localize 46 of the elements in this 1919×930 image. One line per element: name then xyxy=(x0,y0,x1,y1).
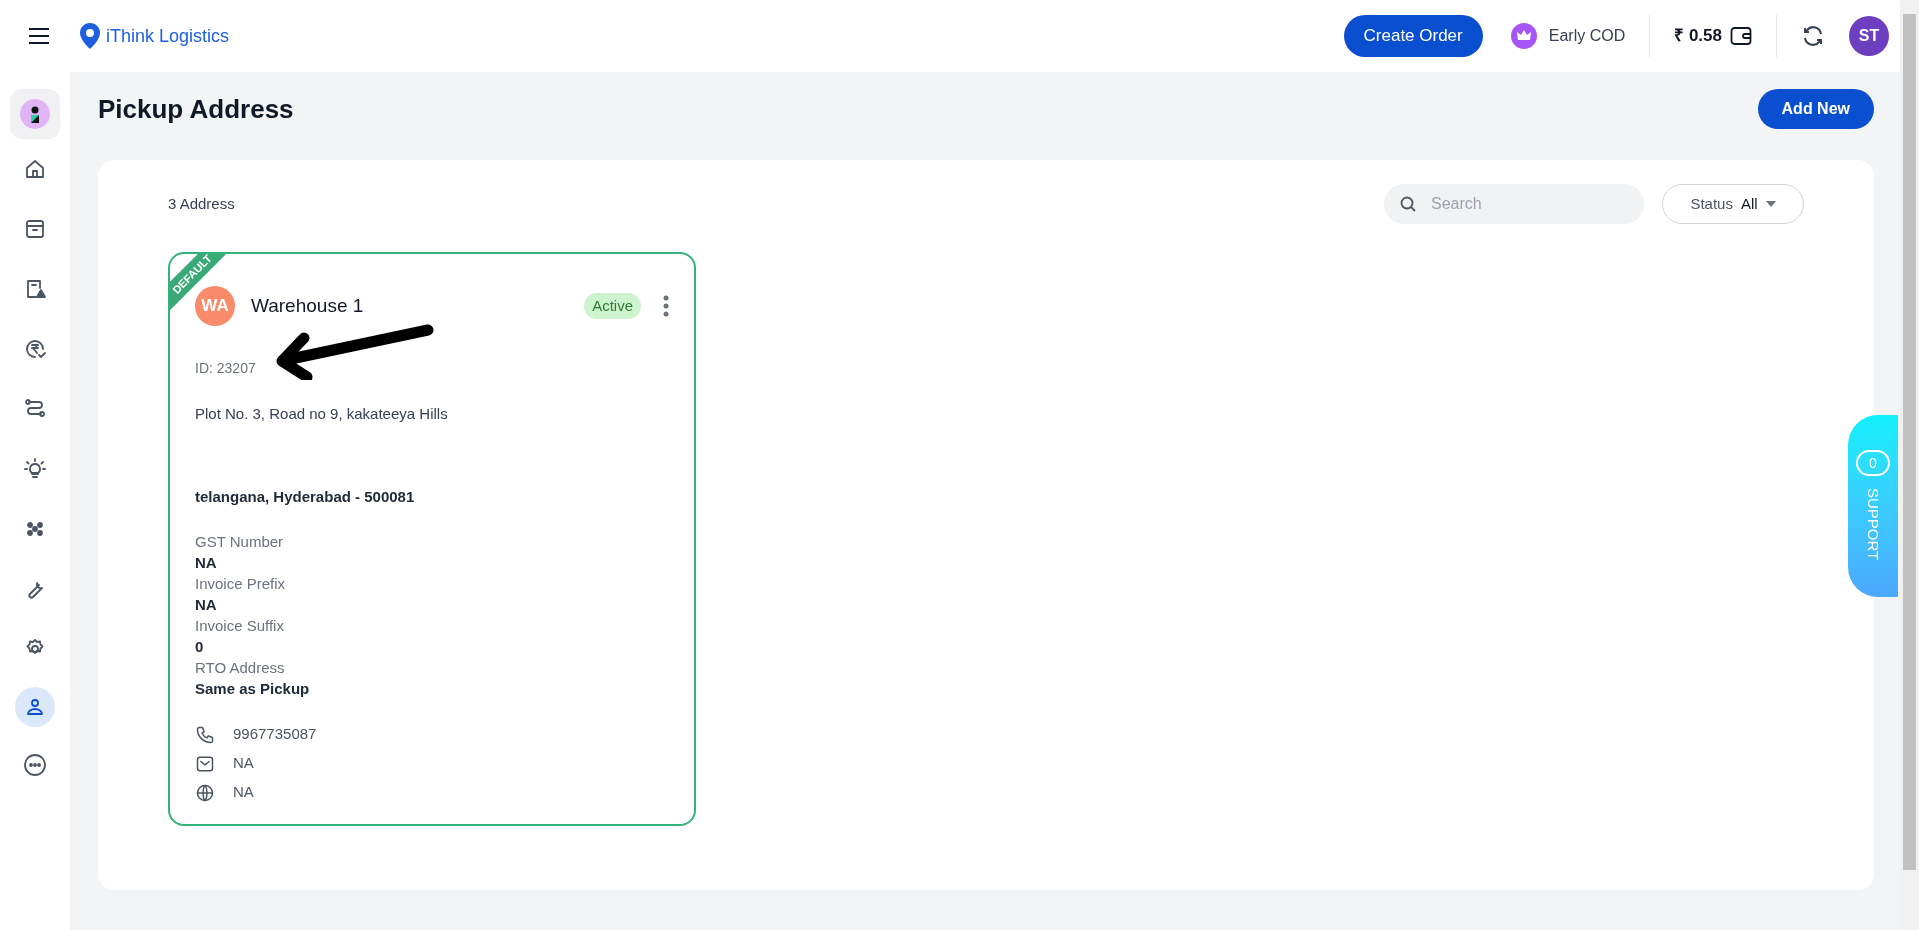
field-label: GST Number xyxy=(195,532,285,552)
support-label: SUPPORT xyxy=(1864,488,1884,561)
warehouse-avatar: WA xyxy=(195,286,235,326)
kebab-menu-icon[interactable] xyxy=(663,295,669,317)
field-value: Same as Pickup xyxy=(195,679,311,699)
wallet-icon[interactable] xyxy=(1730,26,1752,46)
menu-icon[interactable] xyxy=(28,27,50,45)
page-title: Pickup Address xyxy=(98,92,294,126)
light-bulb-icon xyxy=(23,457,47,481)
home-icon xyxy=(23,157,47,181)
sidebar-item[interactable] xyxy=(15,687,55,727)
add-new-button[interactable]: Add New xyxy=(1757,89,1874,129)
phone-icon xyxy=(195,724,215,745)
contact-value: NA xyxy=(233,782,254,803)
workspace-logo-tile[interactable] xyxy=(10,89,60,139)
address-line: Plot No. 3, Road no 9, kakateeya Hills xyxy=(195,404,449,424)
support-count: 0 xyxy=(1856,450,1890,476)
field-label: Invoice Suffix xyxy=(195,616,285,636)
address-count: 3 Address xyxy=(168,193,235,214)
contact-value: NA xyxy=(233,753,254,774)
caret-icon xyxy=(1765,201,1776,207)
archive-box-icon xyxy=(23,217,47,241)
status-badge: Active xyxy=(584,292,641,320)
rupee-check-icon xyxy=(23,337,47,361)
plan-label[interactable]: Early COD xyxy=(1548,24,1626,48)
field-value: NA xyxy=(195,595,218,615)
brand-name: iThink Logistics xyxy=(106,24,230,48)
refresh-icon[interactable] xyxy=(1801,24,1825,48)
field-value: NA xyxy=(195,553,218,573)
globe-icon xyxy=(195,782,215,803)
create-order-button[interactable]: Create Order xyxy=(1343,15,1483,57)
wallet-balance: ₹ 0.58 xyxy=(1674,25,1722,48)
crown-icon xyxy=(1510,23,1537,49)
workspace-logo-icon xyxy=(20,99,50,129)
search-field[interactable]: Search xyxy=(1384,184,1644,224)
location-pin-logo-icon xyxy=(78,22,102,50)
field-value: 0 xyxy=(195,637,205,657)
warehouse-name: Warehouse 1 xyxy=(251,293,364,318)
field-label: RTO Address xyxy=(195,658,286,678)
contact-value: 9967735087 xyxy=(233,724,317,745)
more-options-icon xyxy=(23,753,47,777)
search-icon xyxy=(1400,196,1416,212)
user-avatar[interactable]: ST xyxy=(1849,16,1889,56)
address-id: ID: 23207 xyxy=(195,359,257,378)
field-label: Invoice Prefix xyxy=(195,574,287,594)
address-city-line: telangana, Hyderabad - 500081 xyxy=(195,486,416,507)
